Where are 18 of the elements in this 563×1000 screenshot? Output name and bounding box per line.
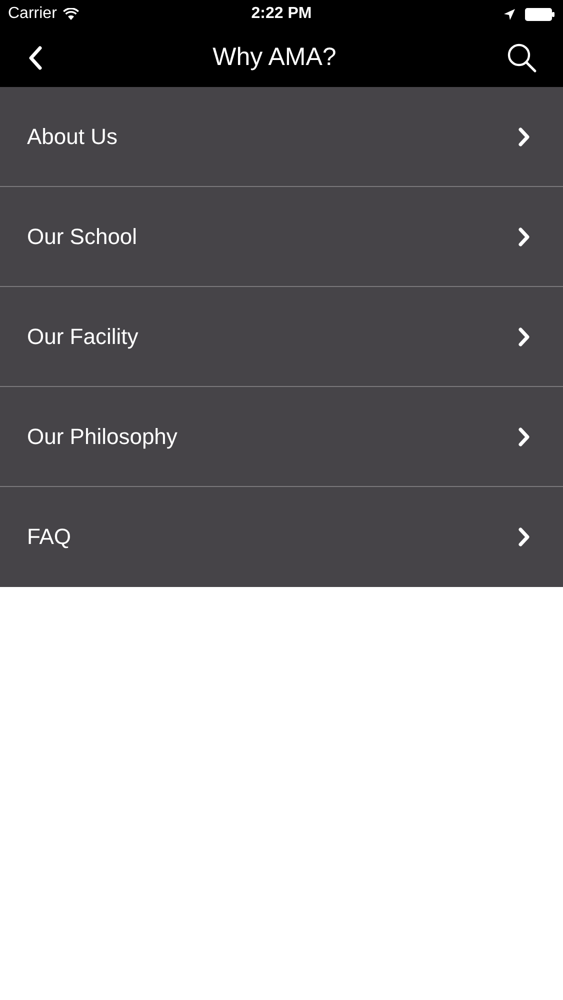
location-arrow-icon xyxy=(504,8,515,20)
menu-item[interactable]: Our Philosophy xyxy=(0,387,563,487)
wifi-icon xyxy=(62,8,79,20)
chevron-right-icon xyxy=(518,527,530,547)
menu-item[interactable]: FAQ xyxy=(0,487,563,587)
chevron-right-icon xyxy=(518,326,530,346)
menu-item[interactable]: Our School xyxy=(0,187,563,287)
status-time: 2:22 PM xyxy=(251,5,312,23)
back-button[interactable] xyxy=(28,46,42,70)
screen-title: Why AMA? xyxy=(212,43,336,72)
carrier-name: Carrier xyxy=(8,5,57,23)
chevron-right-icon xyxy=(518,426,530,446)
menu-item[interactable]: About Us xyxy=(0,87,563,187)
search-button[interactable] xyxy=(507,42,537,72)
menu-item[interactable]: Our Facility xyxy=(0,287,563,387)
chevron-right-icon xyxy=(518,226,530,246)
chevron-right-icon xyxy=(518,126,530,146)
battery-icon xyxy=(525,8,555,20)
